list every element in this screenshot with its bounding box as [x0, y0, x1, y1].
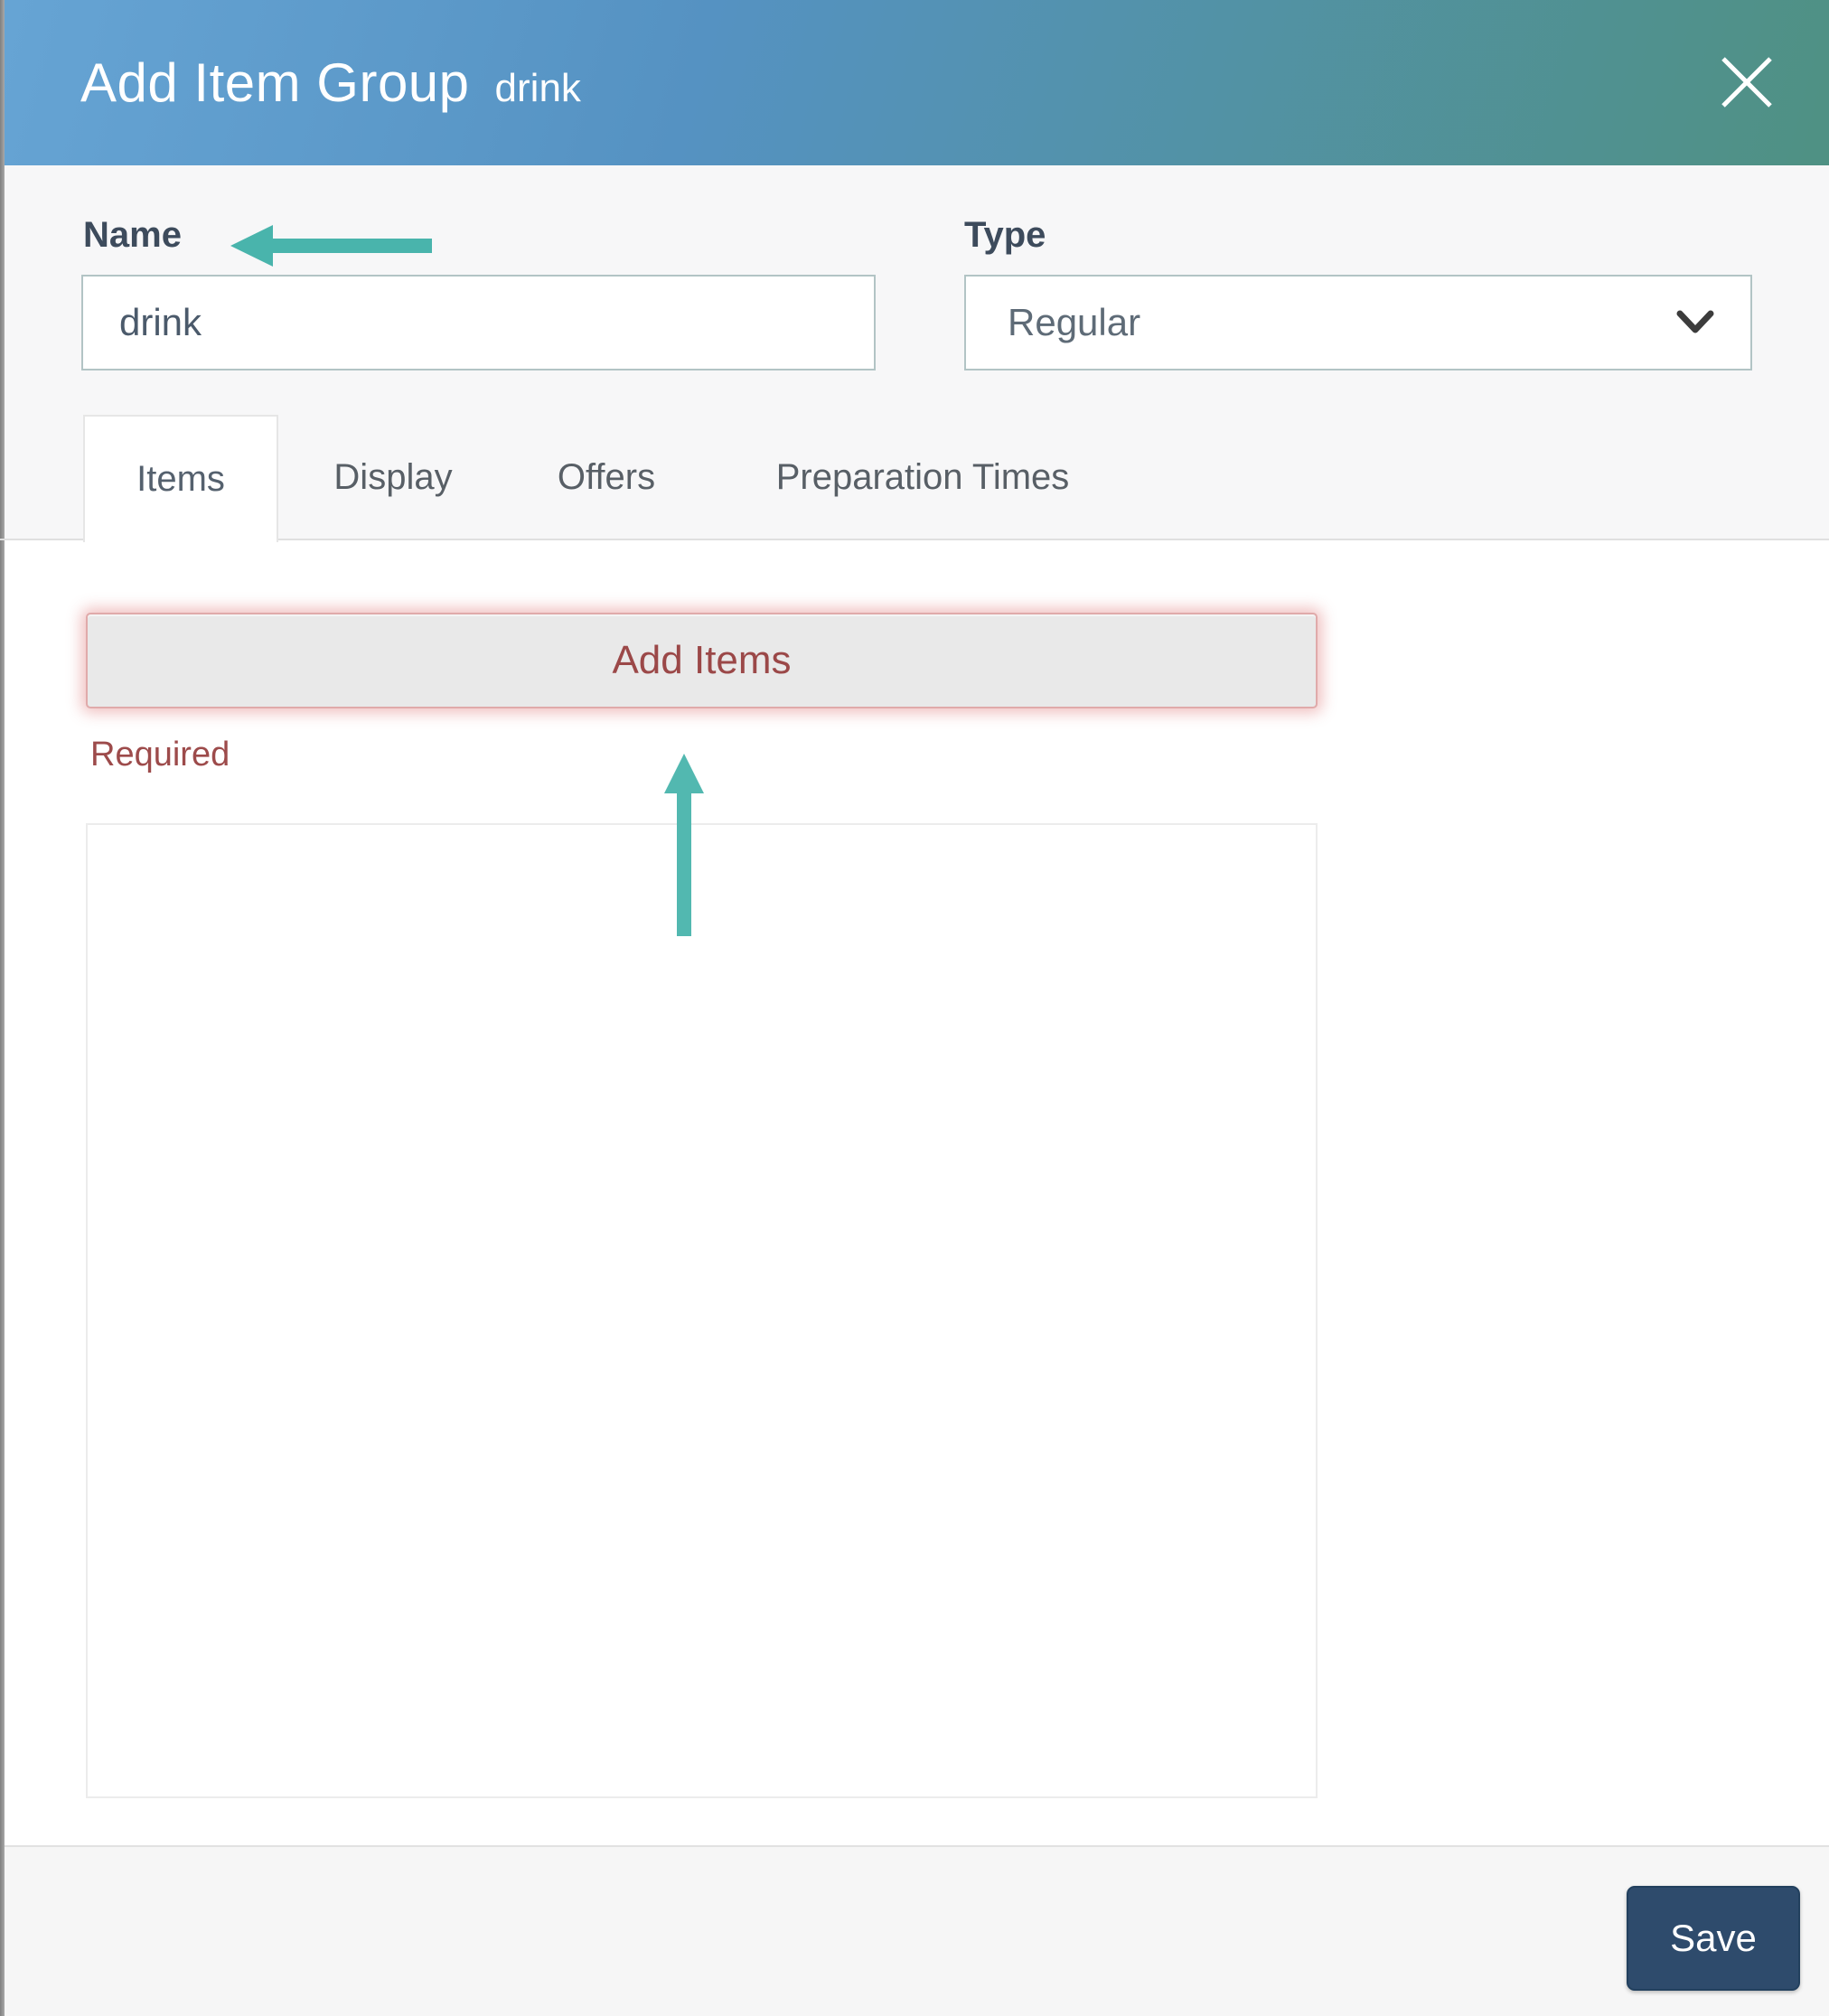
name-field-label: Name [83, 215, 182, 255]
add-items-button-label: Add Items [612, 638, 792, 682]
type-field-label: Type [964, 215, 1046, 255]
tab-items[interactable]: Items [83, 415, 278, 542]
tab-items-label: Items [136, 459, 225, 499]
tab-display-label: Display [333, 457, 453, 497]
tab-offers[interactable]: Offers [547, 415, 666, 540]
dialog-title-group: Add Item Group drink [80, 52, 581, 114]
tab-preparation-times[interactable]: Preparation Times [750, 415, 1095, 540]
items-tab-panel: Add Items Required [5, 540, 1829, 1845]
tab-display[interactable]: Display [321, 415, 465, 540]
add-item-group-dialog: Add Item Group drink Name Type Regular I… [0, 0, 1829, 2016]
save-button[interactable]: Save [1627, 1886, 1800, 1991]
type-select[interactable]: Regular [964, 275, 1752, 370]
annotation-arrow-left-icon [230, 225, 432, 267]
dialog-title: Add Item Group [80, 52, 470, 113]
annotation-arrow-up-icon [664, 754, 704, 936]
items-empty-list[interactable] [86, 823, 1318, 1798]
add-items-button[interactable]: Add Items [86, 613, 1318, 708]
required-validation-text: Required [90, 736, 230, 774]
name-input[interactable] [81, 275, 876, 370]
dialog-footer: Save [5, 1847, 1829, 2016]
tab-preparation-times-label: Preparation Times [775, 457, 1070, 497]
type-select-value: Regular [1008, 301, 1141, 343]
close-icon [1721, 57, 1772, 108]
dialog-header: Add Item Group drink [5, 0, 1829, 165]
chevron-down-icon [1676, 310, 1714, 335]
save-button-label: Save [1670, 1917, 1757, 1959]
dialog-subtitle: drink [494, 66, 581, 110]
close-button[interactable] [1717, 52, 1777, 112]
tab-offers-label: Offers [557, 457, 656, 497]
